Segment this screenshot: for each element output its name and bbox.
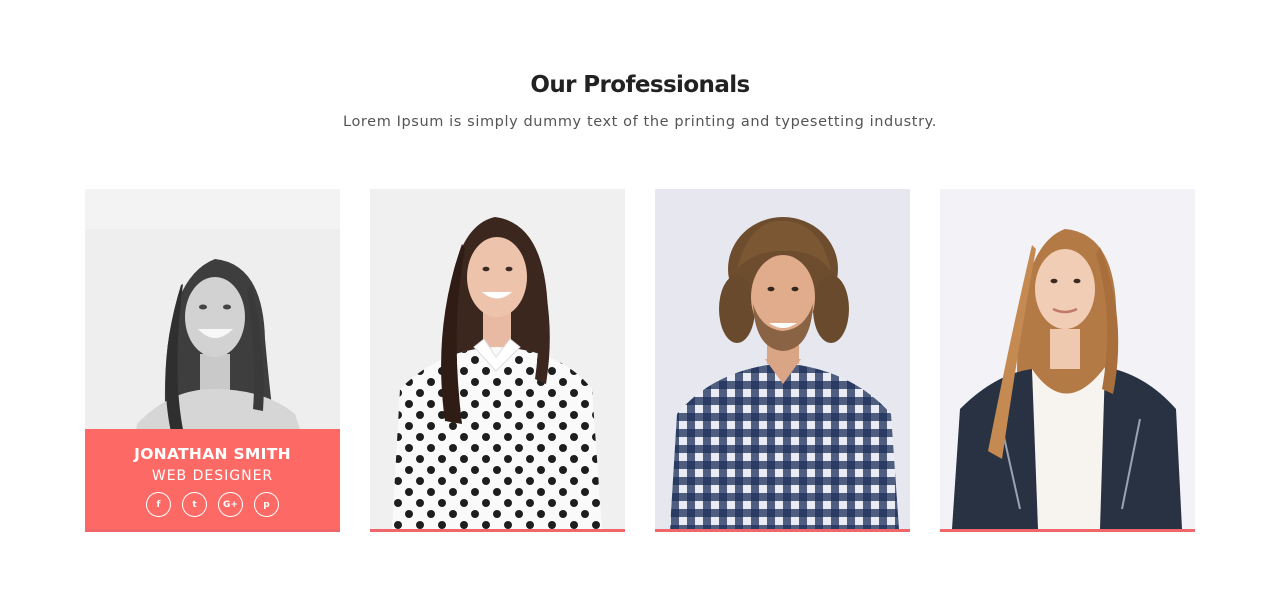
member-photo-2 [370, 189, 625, 529]
member-photo-3 [655, 189, 910, 529]
section-title: Our Professionals [530, 72, 750, 98]
section-subtitle: Lorem Ipsum is simply dummy text of the … [343, 114, 937, 130]
twitter-icon[interactable]: t [182, 492, 207, 517]
facebook-icon[interactable]: f [146, 492, 171, 517]
team-card-2[interactable] [370, 189, 625, 532]
team-card-4[interactable] [940, 189, 1195, 532]
team-card-1[interactable]: JONATHAN SMITH WEB DESIGNER f t G+ p [85, 189, 340, 532]
member-photo-4 [940, 189, 1195, 529]
google-plus-icon[interactable]: G+ [218, 492, 243, 517]
member-role: WEB DESIGNER [151, 468, 274, 484]
member-name: JONATHAN SMITH [134, 445, 291, 463]
member-info-overlay: JONATHAN SMITH WEB DESIGNER f t G+ p [85, 429, 340, 529]
social-links: f t G+ p [85, 492, 340, 517]
team-card-3[interactable] [655, 189, 910, 532]
pinterest-icon[interactable]: p [254, 492, 279, 517]
